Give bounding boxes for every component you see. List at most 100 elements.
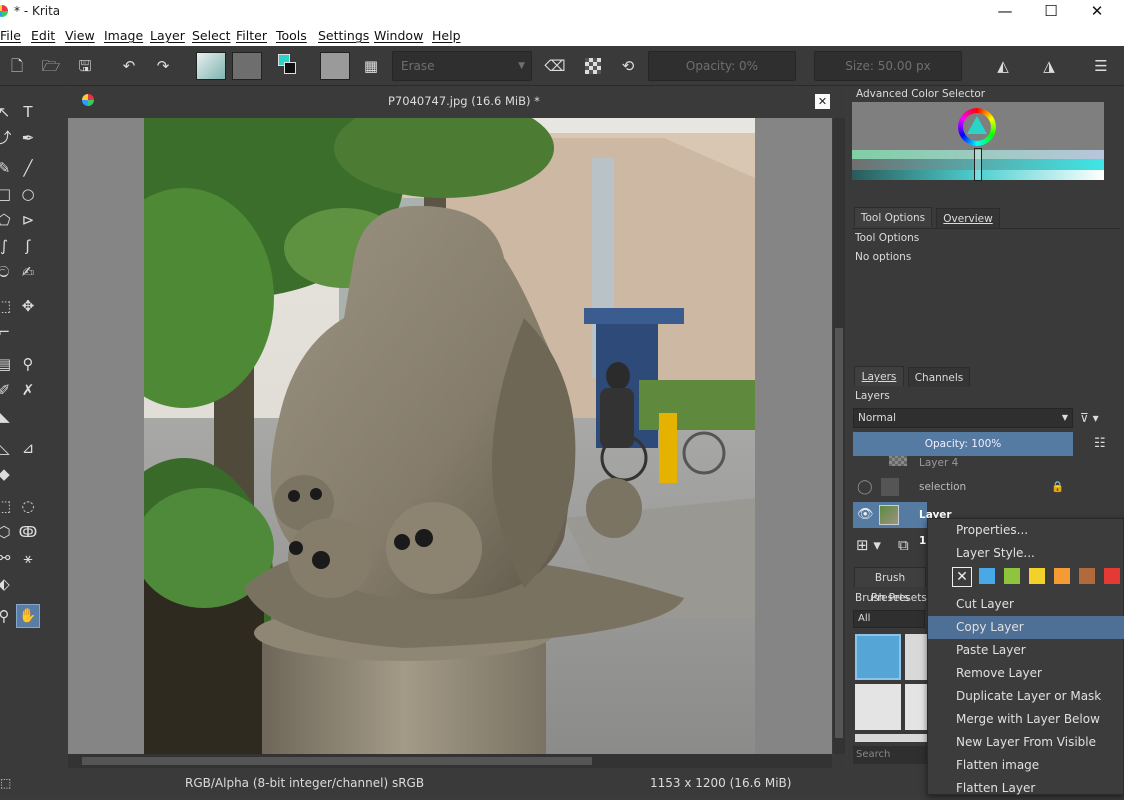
edit-shapes-icon[interactable]: ⤴	[0, 128, 14, 148]
document-tab[interactable]: P7040747.jpg (16.6 MiB) * ✕	[68, 88, 838, 116]
blend-mode-dropdown[interactable]: Erase ▼	[392, 51, 532, 81]
freehand-brush-icon[interactable]: ✎	[0, 158, 14, 178]
close-document-icon[interactable]: ✕	[815, 94, 830, 109]
brush-preset-pen[interactable]	[855, 684, 901, 730]
color-triangle[interactable]	[967, 116, 987, 134]
size-slider[interactable]: Size: 50.00 px	[814, 51, 962, 81]
layer-properties-icon[interactable]: ☷	[1094, 434, 1116, 454]
opacity-slider[interactable]: Opacity: 0%	[648, 51, 796, 81]
maximize-button[interactable]: ☐	[1028, 0, 1074, 24]
layer-row-layer4[interactable]: Layer 4	[853, 456, 1105, 470]
menu-tools[interactable]: Tools	[276, 28, 307, 43]
contiguous-select-icon[interactable]: ⚯	[0, 548, 14, 568]
freehand-select-icon[interactable]: ↂ	[18, 522, 38, 542]
undo-icon[interactable]: ↶	[116, 54, 142, 78]
rectangle-tool-icon[interactable]: □	[0, 184, 14, 204]
save-icon[interactable]: 🖫	[72, 54, 98, 78]
hue-ring[interactable]	[958, 108, 996, 146]
freehand-path-icon[interactable]: ʃ	[18, 236, 38, 256]
horizontal-scrollbar[interactable]	[68, 754, 832, 768]
preserve-alpha-icon[interactable]	[585, 58, 601, 74]
tab-channels[interactable]: Channels	[908, 367, 970, 387]
duplicate-layer-icon[interactable]: ⧉	[898, 536, 909, 554]
tab-overview[interactable]: Overview	[936, 208, 1000, 228]
ellipse-tool-icon[interactable]: ○	[18, 184, 38, 204]
polygon-tool-icon[interactable]: ⬠	[0, 210, 14, 230]
reload-preset-icon[interactable]: ⟲	[615, 54, 641, 78]
pattern-selector[interactable]	[232, 52, 262, 80]
new-document-icon[interactable]: 🗋	[4, 54, 30, 78]
layer-blend-mode-dropdown[interactable]: Normal ▼	[853, 408, 1073, 428]
mirror-vertical-icon[interactable]: ◮	[1036, 54, 1062, 78]
text-tool-icon[interactable]: T	[18, 102, 38, 122]
menu-filter[interactable]: Filter	[236, 28, 267, 43]
brush-preset-2[interactable]	[905, 634, 929, 680]
move-tool-icon[interactable]: ✥	[18, 296, 38, 316]
select-shapes-icon[interactable]: ↖	[0, 102, 14, 122]
menu-item-layer-style[interactable]: Layer Style...	[928, 542, 1124, 565]
tab-brush-presets[interactable]: Brush Presets	[854, 567, 926, 604]
vertical-scrollbar[interactable]	[833, 118, 845, 754]
menu-item-new-from-visible[interactable]: New Layer From Visible	[928, 731, 1124, 754]
line-tool-icon[interactable]: ╱	[18, 158, 38, 178]
brush-preset-4[interactable]	[905, 684, 929, 730]
layer-row-layer1[interactable]: 👁 Layer 1	[853, 502, 952, 547]
menu-item-remove-layer[interactable]: Remove Layer	[928, 662, 1124, 685]
fill-tool-icon[interactable]: ✗	[18, 380, 38, 400]
menu-item-flatten-image[interactable]: Flatten image	[928, 754, 1124, 777]
smart-patch-icon[interactable]: ✐	[0, 380, 14, 400]
menu-item-paste-layer[interactable]: Paste Layer	[928, 639, 1124, 662]
gradient-selector[interactable]	[196, 52, 226, 80]
calligraphy-icon[interactable]: ✒	[18, 128, 38, 148]
visibility-on-icon[interactable]: 👁	[857, 502, 874, 528]
assistant-tool-icon[interactable]: ◺	[0, 438, 14, 458]
transform-tool-icon[interactable]: ⬚	[0, 296, 14, 316]
polyline-tool-icon[interactable]: ⊳	[18, 210, 38, 230]
menu-item-copy-layer[interactable]: Copy Layer	[928, 616, 1124, 639]
enclose-fill-icon[interactable]: ◣	[0, 406, 14, 426]
brush-tag-filter[interactable]: All	[853, 610, 925, 628]
toolbar-menu-icon[interactable]: ☰	[1088, 54, 1114, 78]
menu-file[interactable]: File	[0, 28, 21, 43]
color-label-none-icon[interactable]: ✕	[952, 567, 972, 587]
menu-item-flatten-layer[interactable]: Flatten Layer	[928, 777, 1124, 800]
menu-help[interactable]: Help	[432, 28, 461, 43]
eraser-mode-icon[interactable]: ⌫	[542, 54, 568, 78]
reference-images-icon[interactable]: ◆	[0, 464, 14, 484]
horizontal-scrollbar-thumb[interactable]	[82, 757, 592, 765]
background-color-swatch[interactable]	[284, 62, 296, 74]
vertical-scrollbar-thumb[interactable]	[835, 328, 843, 738]
color-label-red[interactable]	[1104, 568, 1120, 584]
measure-tool-icon[interactable]: ⊿	[18, 438, 38, 458]
layer-opacity-slider[interactable]: Opacity: 100%	[853, 432, 1073, 456]
crop-tool-icon[interactable]: ⌐	[0, 322, 14, 342]
color-selector-wheel-area[interactable]	[852, 102, 1104, 150]
rect-select-icon[interactable]: ⬚	[0, 496, 14, 516]
mirror-horizontal-icon[interactable]: ◭	[990, 54, 1016, 78]
color-label-orange[interactable]	[1054, 568, 1070, 584]
gradient-tool-icon[interactable]: ▤	[0, 354, 14, 374]
menu-view[interactable]: View	[65, 28, 95, 43]
ellipse-select-icon[interactable]: ◌	[18, 496, 38, 516]
menu-item-cut-layer[interactable]: Cut Layer	[928, 593, 1124, 616]
close-button[interactable]: ✕	[1074, 0, 1120, 24]
color-label-blue[interactable]	[979, 568, 995, 584]
menu-window[interactable]: Window	[374, 28, 423, 43]
menu-select[interactable]: Select	[192, 28, 231, 43]
lock-icon[interactable]: 🔒	[1051, 474, 1064, 500]
brush-search-input[interactable]: Search	[853, 746, 927, 764]
open-document-icon[interactable]: 🗁	[38, 54, 64, 78]
menu-item-properties[interactable]: Properties...	[928, 519, 1124, 542]
menu-item-duplicate-layer[interactable]: Duplicate Layer or Mask	[928, 685, 1124, 708]
menu-image[interactable]: Image	[104, 28, 143, 43]
color-label-yellow[interactable]	[1029, 568, 1045, 584]
menu-item-merge-down[interactable]: Merge with Layer Below	[928, 708, 1124, 731]
minimize-button[interactable]: —	[982, 0, 1028, 24]
visibility-off-icon[interactable]: ◯	[857, 474, 873, 500]
menu-settings[interactable]: Settings	[318, 28, 369, 43]
workspace-icon[interactable]: ▦	[358, 54, 384, 78]
layer-filter-icon[interactable]: ⊽ ▾	[1080, 408, 1116, 428]
bezier-select-icon[interactable]: ⬖	[0, 574, 14, 594]
add-layer-icon[interactable]: ⊞ ▾	[856, 536, 881, 554]
menu-layer[interactable]: Layer	[150, 28, 185, 43]
